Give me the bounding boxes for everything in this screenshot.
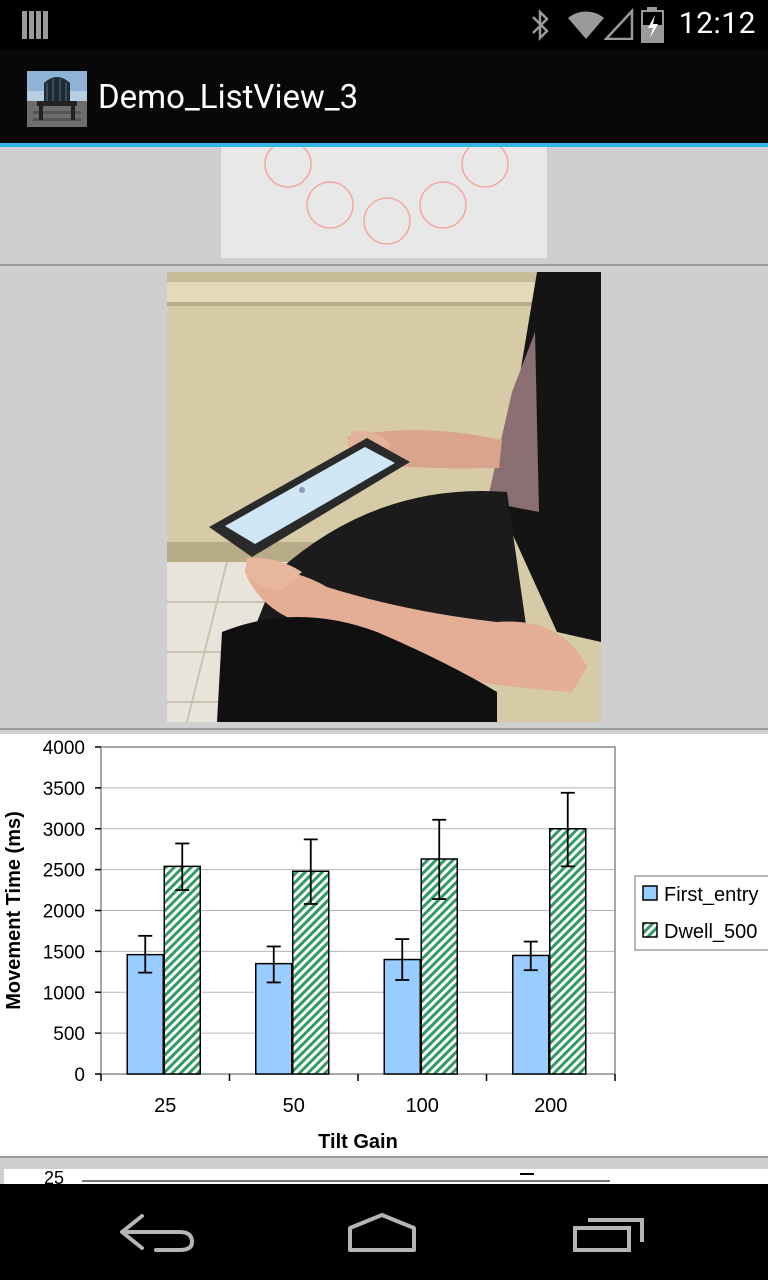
y-tick-label: 1500 [43,942,85,963]
wifi-icon [568,11,604,39]
partial-chart-frame [82,1180,610,1182]
bar-chart: 0 500 1000 1500 2000 2500 3000 3500 4000 25 50 100 2… [3,738,768,1153]
app-title: Demo_ListView_3 [98,78,359,117]
x-tick-label: 50 [283,1095,305,1117]
legend-swatch [642,885,658,901]
list-item[interactable] [0,266,768,728]
notification-bars-icon [22,11,48,39]
y-tick-label: 4000 [43,738,85,759]
navigation-bar [0,1184,768,1280]
list-item[interactable]: 25 [0,1158,768,1184]
adirondack-chair-icon[interactable] [27,71,87,127]
y-tick-label: 3000 [43,820,85,841]
y-tick-label: 3500 [43,779,85,800]
legend-swatch [642,922,658,938]
x-tick-label: 200 [534,1095,567,1117]
partial-chart-error-cap [520,1173,534,1175]
list-view[interactable]: 0 500 1000 1500 2000 2500 3000 3500 4000 25 50 100 2… [0,147,768,1184]
partial-chart-y-tick: 25 [44,1168,65,1184]
y-tick-label: 1000 [43,983,85,1004]
x-tick-label: 100 [406,1095,439,1117]
legend-label: Dwell_500 [664,921,757,943]
y-axis-title: Movement Time (ms) [3,811,25,1010]
chart-card: 0 500 1000 1500 2000 2500 3000 3500 4000 25 50 100 2… [0,734,768,1156]
list-item[interactable]: 0 500 1000 1500 2000 2500 3000 3500 4000 25 50 100 2… [0,730,768,1156]
bar-first-entry [512,954,550,1075]
target-circles-graphic [264,147,509,245]
tablet-user-photo [167,272,601,722]
legend-label: First_entry [664,884,758,906]
recent-apps-icon[interactable] [572,1214,652,1254]
battery-charging-icon [641,7,664,43]
y-tick-label: 0 [74,1065,85,1086]
chart-card-partial: 25 [4,1169,768,1184]
x-tick-label: 25 [154,1095,176,1117]
list-item[interactable] [0,147,768,264]
y-tick-label: 2000 [43,902,85,923]
y-tick-label: 500 [53,1024,85,1045]
signal-icon [604,8,634,40]
home-icon[interactable] [344,1212,424,1256]
clock: 12:12 [678,6,756,41]
bar-dwell-500 [163,865,201,1075]
status-bar: 12:12 [0,0,768,50]
back-icon[interactable] [118,1212,202,1256]
target-circles-image [221,147,547,258]
x-axis-title: Tilt Gain [318,1131,398,1153]
action-bar: Demo_ListView_3 [0,50,768,143]
bluetooth-icon [532,8,549,42]
y-tick-label: 2500 [43,861,85,882]
